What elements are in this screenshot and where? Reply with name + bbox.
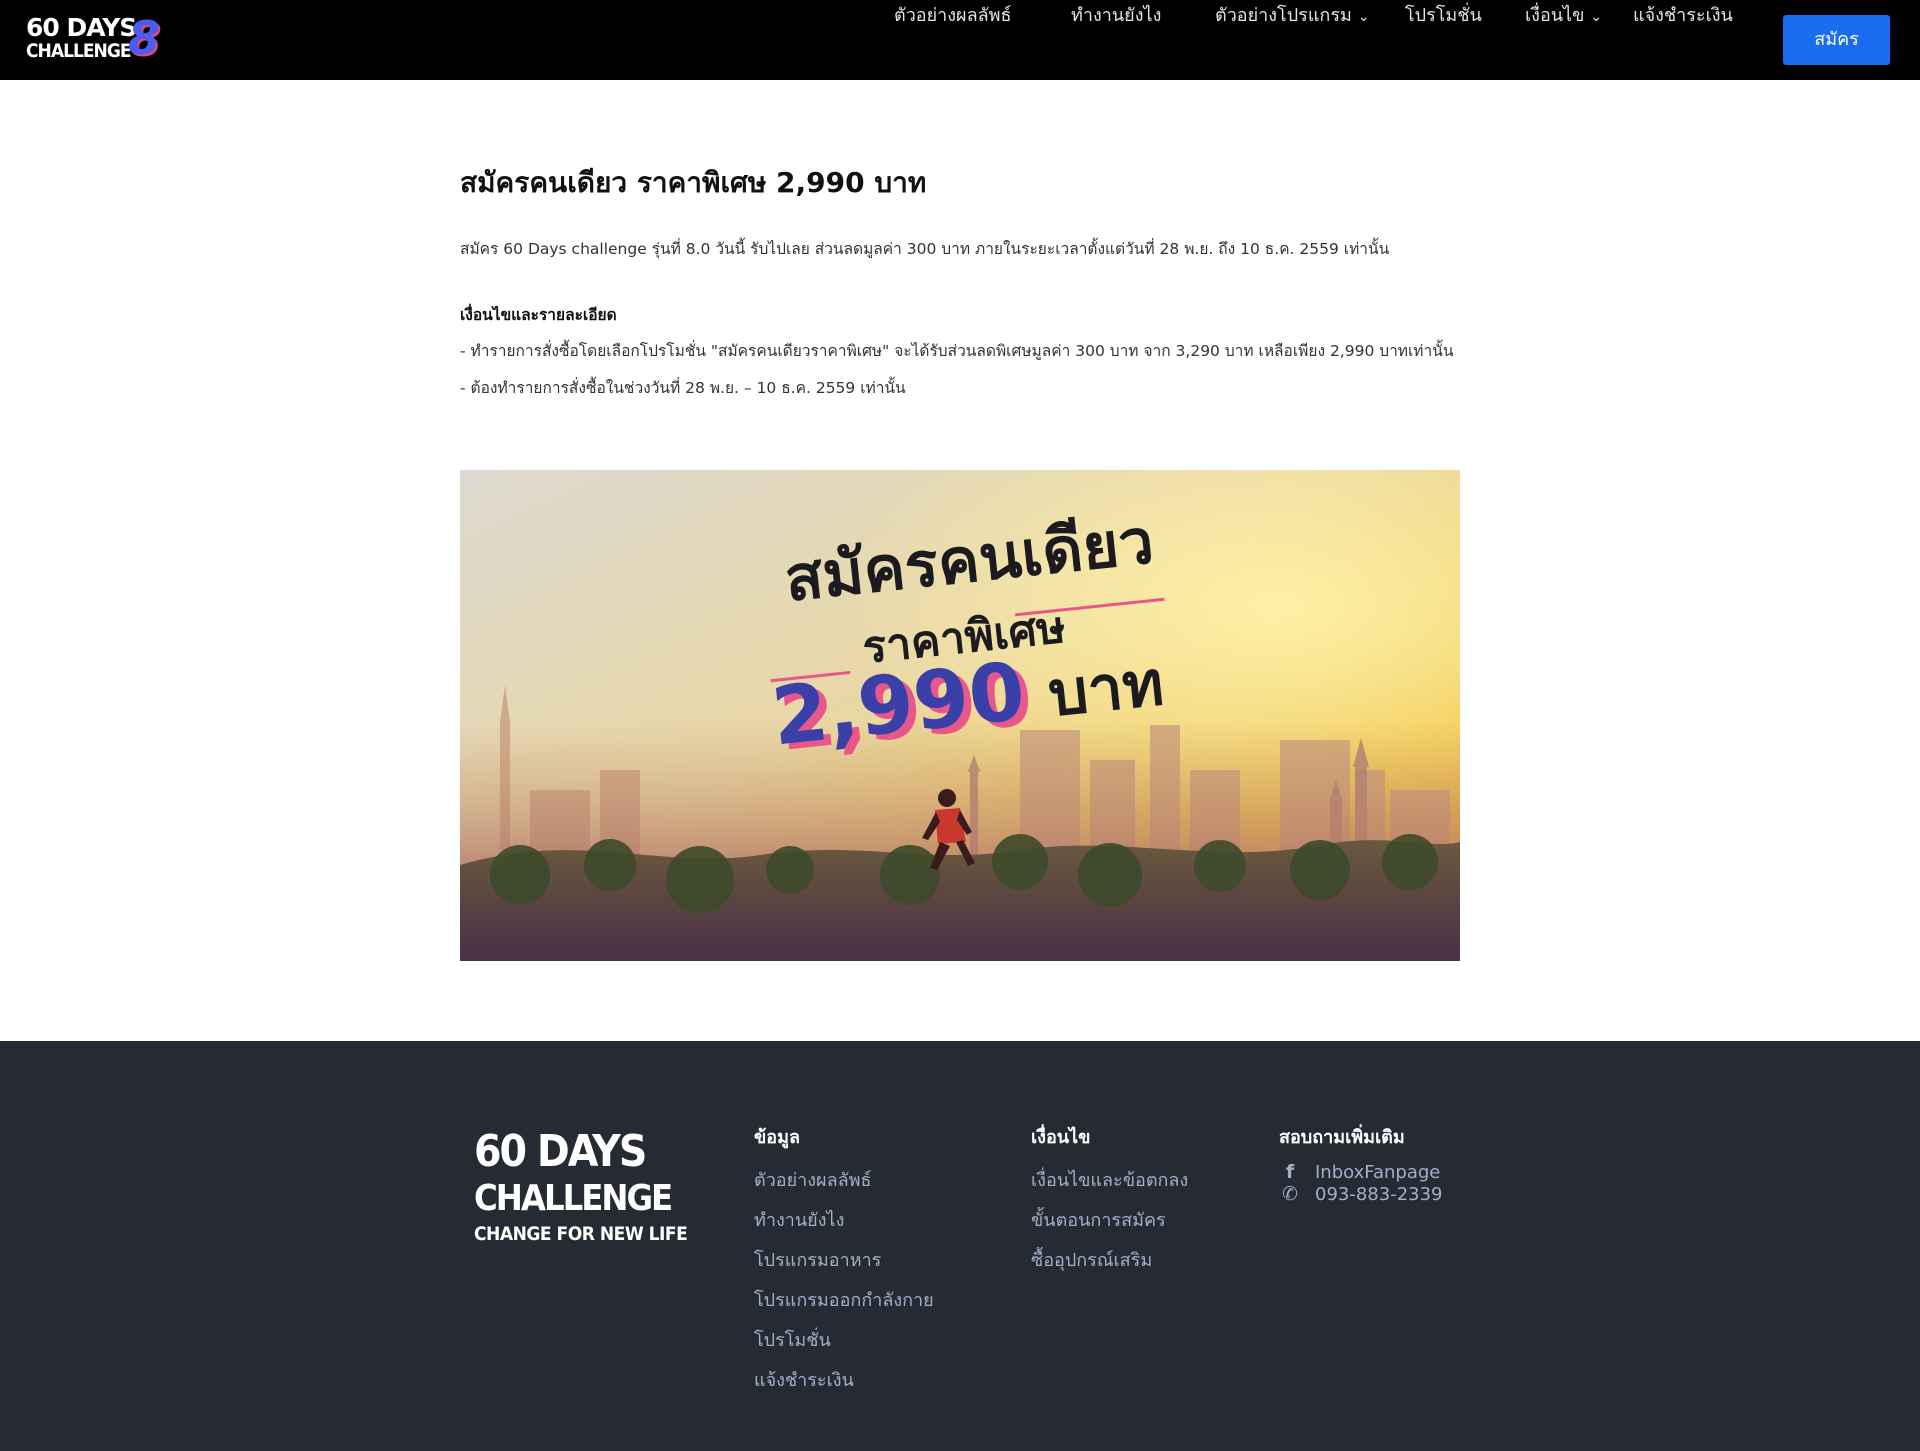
footer-link-terms[interactable]: เงื่อนไขและข้อตกลง: [1031, 1161, 1188, 1201]
footer-col-info: ข้อมูล ตัวอย่างผลลัพธ์ ทำงานยังไง โปรแกร…: [754, 1121, 934, 1401]
chevron-down-icon: ⌄: [1590, 9, 1603, 25]
condition-item: - ทำรายการสั่งซื้อโดยเลือกโปรโมชั่น "สมั…: [460, 342, 1454, 360]
footer-logo-line3: CHANGE FOR NEW LIFE: [474, 1223, 688, 1245]
footer-facebook-link[interactable]: f InboxFanpage: [1279, 1161, 1443, 1183]
signup-button[interactable]: สมัคร: [1783, 15, 1890, 65]
site-footer: 60 DAYS CHALLENGE CHANGE FOR NEW LIFE ข้…: [0, 1041, 1920, 1451]
article-intro: สมัคร 60 Days challenge รุ่นที่ 8.0 วันน…: [460, 240, 1390, 258]
top-navbar: 60 DAYS CHALLENGE 8 ตัวอย่างผลลัพธ์ ทำงา…: [0, 0, 1920, 80]
logo-badge: 8: [128, 11, 161, 65]
footer-logo-line2: CHALLENGE: [474, 1178, 673, 1219]
footer-col-terms: เงื่อนไข เงื่อนไขและข้อตกลง ขั้นตอนการสม…: [1031, 1121, 1188, 1281]
conditions-list: - ทำรายการสั่งซื้อโดยเลือกโปรโมชั่น "สมั…: [460, 338, 1460, 412]
facebook-label: InboxFanpage: [1315, 1161, 1441, 1183]
nav-conditions[interactable]: เงื่อนไข ⌄: [1525, 0, 1602, 80]
nav-program-examples[interactable]: ตัวอย่างโปรแกรม ⌄: [1215, 0, 1370, 80]
nav-payment[interactable]: แจ้งชำระเงิน: [1633, 0, 1733, 80]
footer-col-contact: สอบถามเพิ่มเติม f InboxFanpage ✆ 093-883…: [1279, 1121, 1443, 1205]
banner-unit: บาท: [1045, 646, 1167, 731]
banner-artwork: สมัครคนเดียว ราคาพิเศษ 2,990 2,990 บาท: [460, 470, 1460, 961]
facebook-icon: f: [1285, 1161, 1295, 1183]
phone-icon: ✆: [1282, 1183, 1298, 1205]
footer-heading-terms: เงื่อนไข: [1031, 1127, 1091, 1148]
footer-link-signup-steps[interactable]: ขั้นตอนการสมัคร: [1031, 1201, 1188, 1241]
conditions-heading: เงื่อนไขและรายละเอียด: [460, 306, 617, 324]
footer-link-results[interactable]: ตัวอย่างผลลัพธ์: [754, 1161, 934, 1201]
article: สมัครคนเดียว ราคาพิเศษ 2,990 บาท สมัคร 6…: [460, 160, 1460, 397]
chevron-down-icon: ⌄: [1357, 9, 1370, 25]
footer-link-how-it-works[interactable]: ทำงานยังไง: [754, 1201, 934, 1241]
nav-promotion[interactable]: โปรโมชั่น: [1405, 0, 1482, 80]
footer-link-payment[interactable]: แจ้งชำระเงิน: [754, 1361, 934, 1401]
nav-results[interactable]: ตัวอย่างผลลัพธ์: [894, 0, 1012, 80]
footer-link-promotion[interactable]: โปรโมชั่น: [754, 1321, 934, 1361]
condition-item: - ต้องทำรายการสั่งซื้อในช่วงวันที่ 28 พ.…: [460, 379, 906, 397]
logo-line1: 60 DAYS: [26, 13, 137, 42]
footer-link-food-program[interactable]: โปรแกรมอาหาร: [754, 1241, 934, 1281]
site-logo[interactable]: 60 DAYS CHALLENGE 8: [24, 11, 164, 66]
footer-heading-contact: สอบถามเพิ่มเติม: [1279, 1127, 1405, 1148]
footer-logo: 60 DAYS CHALLENGE CHANGE FOR NEW LIFE: [474, 1126, 688, 1247]
logo-line2: CHALLENGE: [26, 40, 132, 62]
promo-banner-image: สมัครคนเดียว ราคาพิเศษ 2,990 2,990 บาท: [460, 470, 1460, 961]
phone-label: 093-883-2339: [1315, 1183, 1443, 1205]
footer-link-exercise-program[interactable]: โปรแกรมออกกำลังกาย: [754, 1281, 934, 1321]
footer-heading-info: ข้อมูล: [754, 1127, 801, 1148]
page-title: สมัครคนเดียว ราคาพิเศษ 2,990 บาท: [460, 166, 927, 199]
footer-link-accessories[interactable]: ซื้ออุปกรณ์เสริม: [1031, 1241, 1188, 1281]
nav-how-it-works[interactable]: ทำงานยังไง: [1071, 0, 1161, 80]
footer-phone-link[interactable]: ✆ 093-883-2339: [1279, 1183, 1443, 1205]
footer-logo-line1: 60 DAYS: [474, 1126, 647, 1177]
